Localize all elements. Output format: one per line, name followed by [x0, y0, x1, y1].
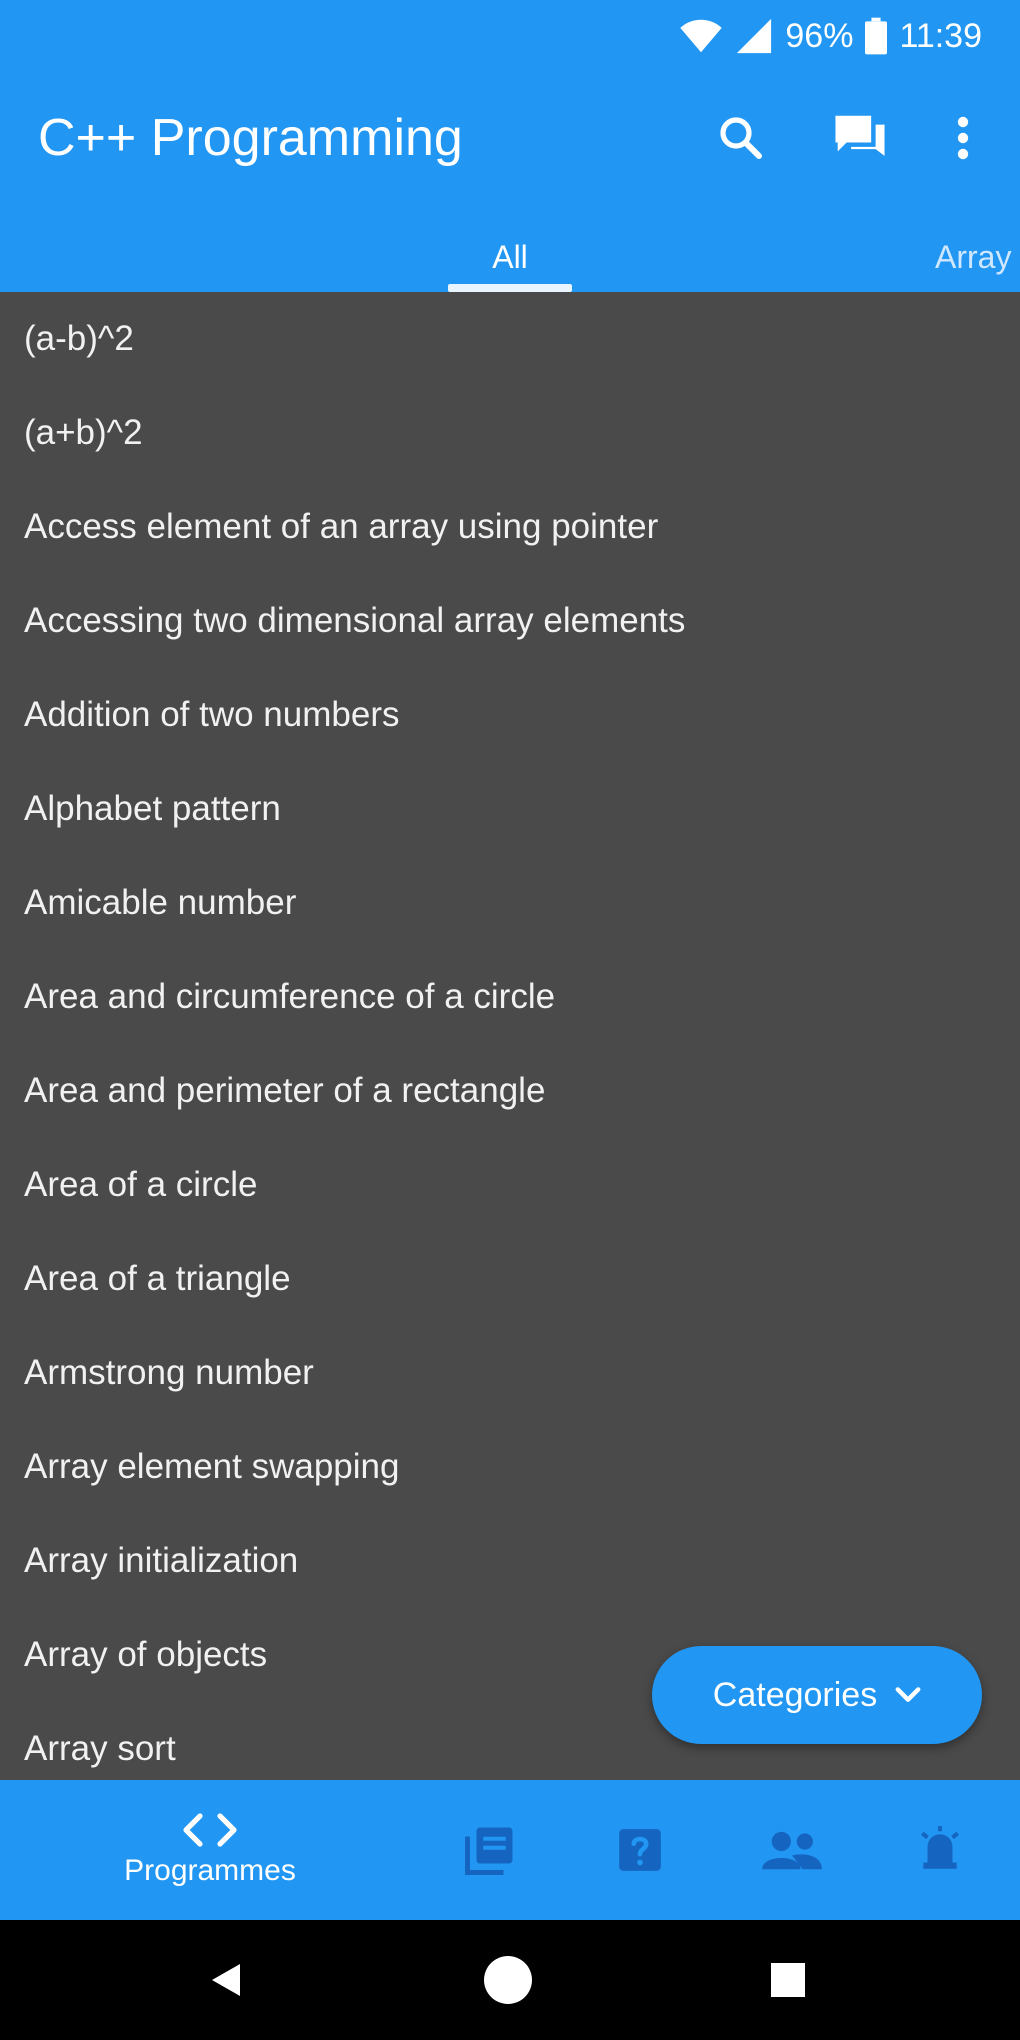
search-icon [720, 117, 762, 159]
list-item[interactable]: Addition of two numbers [0, 668, 1020, 762]
notes-icon [465, 1827, 513, 1875]
bottom-navigation: Programmes [0, 1780, 1020, 1920]
system-navigation-bar [0, 1920, 1020, 2040]
app-title: C++ Programming [38, 109, 463, 167]
code-icon [183, 1813, 237, 1847]
alarm-icon [920, 1826, 960, 1869]
list-item-label: Amicable number [24, 883, 297, 922]
tab-all-label: All [492, 238, 528, 275]
tab-array[interactable]: Array [935, 222, 1020, 292]
chevron-down-icon [895, 1687, 921, 1702]
back-button[interactable] [196, 1950, 256, 2010]
list-item-label: Area and perimeter of a rectangle [24, 1071, 546, 1110]
nav-item-programmes[interactable]: Programmes [90, 1780, 330, 1920]
wifi-icon [680, 19, 723, 53]
list-item[interactable]: Accessing two dimensional array elements [0, 574, 1020, 668]
list-item-label: Area and circumference of a circle [24, 977, 556, 1016]
list-item[interactable]: (a-b)^2 [0, 292, 1020, 386]
battery-percent: 96% [785, 16, 854, 55]
clock: 11:39 [899, 16, 982, 55]
list-item-label: (a-b)^2 [24, 319, 134, 358]
status-bar: 96% 11:39 [0, 0, 1020, 72]
list-item[interactable]: Armstrong number [0, 1326, 1020, 1420]
list-item[interactable]: Alphabet pattern [0, 762, 1020, 856]
program-list: (a-b)^2 (a+b)^2 Access element of an arr… [0, 292, 1020, 1780]
app-bar: C++ Programming All Array [0, 72, 1020, 292]
overflow-menu-button[interactable] [927, 102, 999, 174]
battery-icon [865, 17, 888, 55]
list-item-label: Access element of an array using pointer [24, 507, 659, 546]
signal-icon [737, 18, 772, 54]
nav-item-notifications[interactable] [900, 1780, 980, 1920]
chat-icon [835, 115, 885, 156]
nav-item-quiz[interactable] [600, 1780, 680, 1920]
list-item[interactable]: Area of a circle [0, 1138, 1020, 1232]
home-button[interactable] [478, 1950, 538, 2010]
chat-button[interactable] [824, 102, 896, 174]
list-item[interactable]: Access element of an array using pointer [0, 480, 1020, 574]
list-item[interactable]: Area of a triangle [0, 1232, 1020, 1326]
more-vert-icon [957, 116, 969, 160]
list-item-label: Area of a triangle [24, 1259, 291, 1298]
tab-indicator [448, 284, 572, 292]
list-item-label: Area of a circle [24, 1165, 258, 1204]
tab-all[interactable]: All [448, 222, 572, 292]
list-item[interactable]: (a+b)^2 [0, 386, 1020, 480]
list-item[interactable]: Array element swapping [0, 1420, 1020, 1514]
home-circle-icon [484, 1956, 532, 2004]
list-item-label: Array initialization [24, 1541, 299, 1580]
nav-item-community[interactable] [752, 1780, 832, 1920]
recents-square-icon [771, 1963, 805, 1997]
back-triangle-icon [212, 1964, 240, 1996]
tab-array-label: Array [935, 238, 1012, 275]
list-item-label: Array element swapping [24, 1447, 400, 1486]
quiz-icon [619, 1829, 661, 1871]
categories-label: Categories [712, 1675, 878, 1714]
nav-item-programmes-label: Programmes [124, 1854, 296, 1887]
list-item[interactable]: Area and circumference of a circle [0, 950, 1020, 1044]
nav-item-notes[interactable] [450, 1780, 530, 1920]
list-item-label: Array sort [24, 1729, 176, 1768]
categories-button[interactable]: Categories [652, 1646, 982, 1744]
list-item-label: Array of objects [24, 1635, 268, 1674]
list-item[interactable]: Area and perimeter of a rectangle [0, 1044, 1020, 1138]
list-item-label: Alphabet pattern [24, 789, 281, 828]
list-item[interactable]: Array initialization [0, 1514, 1020, 1608]
list-item-label: (a+b)^2 [24, 413, 143, 452]
status-icons: 96% 11:39 [679, 14, 982, 58]
recents-button[interactable] [758, 1950, 818, 2010]
list-item-label: Addition of two numbers [24, 695, 400, 734]
group-icon [762, 1831, 822, 1870]
list-item[interactable]: Amicable number [0, 856, 1020, 950]
list-item-label: Armstrong number [24, 1353, 314, 1392]
list-item-label: Accessing two dimensional array elements [24, 601, 686, 640]
search-button[interactable] [705, 102, 777, 174]
